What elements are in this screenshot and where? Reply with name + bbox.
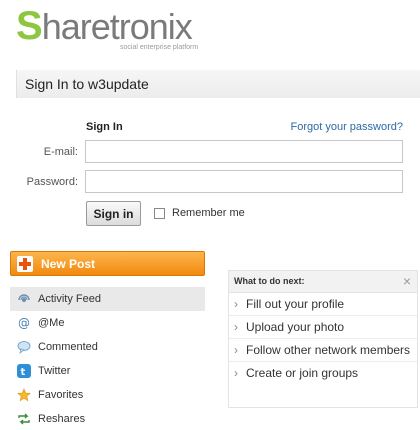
logo-text: haretronix — [41, 6, 193, 47]
chevron-right-icon: › — [234, 366, 238, 380]
nav-item-at-me[interactable]: @ @Me — [10, 311, 205, 335]
sign-in-button[interactable]: Sign in — [86, 201, 141, 226]
reshare-icon — [18, 413, 30, 425]
nav-item-label: Reshares — [38, 413, 86, 425]
at-icon: @ — [18, 316, 30, 330]
svg-text:@: @ — [18, 316, 30, 330]
nav-item-label: Twitter — [38, 365, 71, 377]
nav-item-commented[interactable]: Commented — [10, 335, 205, 359]
next-step-follow-members[interactable]: › Follow other network members — [229, 339, 417, 362]
next-step-label: Create or join groups — [246, 366, 359, 380]
email-label: E-mail: — [43, 146, 78, 158]
new-post-label: New Post — [41, 257, 96, 271]
panel-title: What to do next: — [234, 276, 305, 286]
feed-nav: Activity Feed @ @Me Commented t Twitter … — [10, 287, 205, 430]
forgot-password-link[interactable]: Forgot your password? — [291, 121, 404, 133]
logo-letter-s: S — [16, 4, 43, 48]
chevron-right-icon: › — [234, 297, 238, 311]
logo-tagline: social enterprise platform — [120, 44, 199, 51]
nav-item-reshares[interactable]: Reshares — [10, 407, 205, 430]
next-step-label: Follow other network members — [246, 343, 411, 357]
sharetronix-logo[interactable]: Sharetronix social enterprise platform — [16, 6, 199, 52]
chevron-right-icon: › — [234, 343, 238, 357]
nav-item-favorites[interactable]: Favorites — [10, 383, 205, 407]
next-step-label: Upload your photo — [246, 320, 345, 334]
signin-heading: Sign In — [86, 121, 123, 133]
what-to-do-next-panel: What to do next: × › Fill out your profi… — [228, 270, 418, 408]
plus-icon — [17, 256, 33, 272]
logo-wordmark: Sharetronix — [16, 6, 196, 47]
password-field[interactable] — [85, 170, 403, 193]
page-title: Sign In to w3update — [25, 76, 149, 92]
email-field[interactable] — [85, 140, 403, 163]
panel-header: What to do next: × — [229, 271, 417, 293]
nav-item-label: Favorites — [38, 389, 84, 401]
nav-item-activity-feed[interactable]: Activity Feed — [10, 287, 205, 311]
chevron-right-icon: › — [234, 320, 238, 334]
next-step-create-groups[interactable]: › Create or join groups — [229, 362, 417, 384]
svg-text:t: t — [21, 367, 26, 378]
nav-item-label: Activity Feed — [38, 293, 101, 305]
star-icon — [17, 388, 31, 402]
twitter-icon: t — [17, 364, 31, 378]
next-step-fill-profile[interactable]: › Fill out your profile — [229, 293, 417, 316]
remember-me-label[interactable]: Remember me — [172, 207, 245, 219]
close-icon[interactable]: × — [403, 274, 411, 288]
comment-icon — [17, 341, 31, 354]
next-step-upload-photo[interactable]: › Upload your photo — [229, 316, 417, 339]
remember-me-checkbox[interactable] — [154, 208, 165, 219]
new-post-button[interactable]: New Post — [10, 251, 205, 276]
next-step-label: Fill out your profile — [246, 297, 345, 311]
nav-item-label: @Me — [38, 317, 65, 329]
nav-item-twitter[interactable]: t Twitter — [10, 359, 205, 383]
page-title-bar: Sign In to w3update — [16, 70, 420, 98]
activity-feed-icon — [18, 294, 30, 302]
nav-item-label: Commented — [38, 341, 98, 353]
password-label: Password: — [26, 176, 78, 188]
